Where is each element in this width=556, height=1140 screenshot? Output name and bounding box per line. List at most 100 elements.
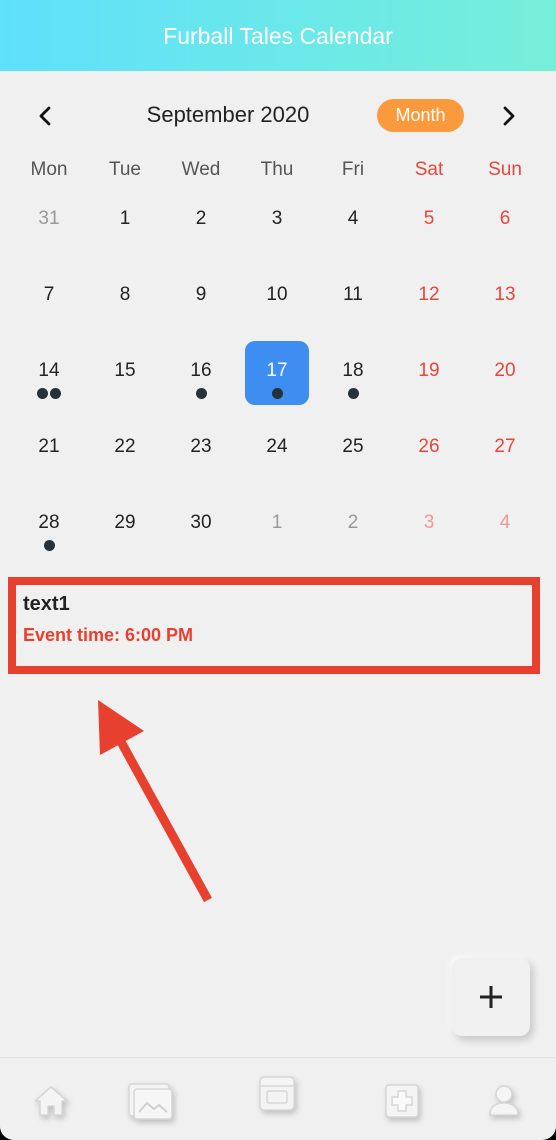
previous-month-button[interactable]: [29, 98, 61, 134]
calendar-day[interactable]: 21: [11, 412, 87, 488]
event-dot: [347, 388, 359, 399]
calendar-day[interactable]: 31: [11, 184, 87, 260]
day-number: 12: [418, 284, 440, 305]
calendar-day[interactable]: 19: [391, 336, 467, 412]
event-indicator: [315, 388, 391, 400]
day-number: 7: [43, 284, 55, 305]
calendar-day[interactable]: 24: [239, 412, 315, 488]
calendar-day[interactable]: 30: [163, 488, 239, 564]
tab-calendar[interactable]: [254, 1070, 300, 1116]
day-number: 19: [418, 360, 440, 381]
calendar-day[interactable]: 8: [87, 260, 163, 336]
calendar-day[interactable]: 11: [315, 260, 391, 336]
calendar-day[interactable]: 27: [467, 412, 543, 488]
calendar-day[interactable]: 13: [467, 260, 543, 336]
calendar-day[interactable]: 4: [467, 488, 543, 564]
event-indicator: [11, 540, 87, 552]
calendar-icon: [259, 1076, 295, 1111]
tab-home[interactable]: [28, 1078, 74, 1124]
calendar-grid: 31 1 2 3 4 5 6 7 8 9 10 11 12 13 14 15 16 17 18 19 20 21 22 23 2…: [11, 184, 543, 564]
tab-health[interactable]: [380, 1078, 424, 1122]
weekday-1: Tue: [108, 159, 142, 180]
calendar-day[interactable]: 26: [391, 412, 467, 488]
calendar-day[interactable]: 22: [87, 412, 163, 488]
calendar-day[interactable]: 18: [315, 336, 391, 412]
day-number: 11: [343, 284, 363, 305]
weekday-4: Fri: [341, 159, 365, 180]
weekday-0: Mon: [30, 159, 68, 180]
day-number: 15: [114, 360, 136, 381]
day-number: 3: [423, 512, 435, 533]
day-number: 14: [38, 360, 60, 381]
app-screen: Furball Tales Calendar September 2020 Mo…: [0, 0, 556, 1140]
calendar-day[interactable]: 20: [467, 336, 543, 412]
day-number: 6: [499, 208, 511, 229]
day-number: 20: [494, 360, 516, 381]
day-number: 31: [38, 208, 60, 229]
day-number: 25: [342, 436, 364, 457]
calendar-day[interactable]: 7: [11, 260, 87, 336]
calendar-day[interactable]: 2: [163, 184, 239, 260]
calendar-day[interactable]: 9: [163, 260, 239, 336]
calendar-day[interactable]: 1: [239, 488, 315, 564]
day-number: 13: [494, 284, 516, 305]
event-time: Event time: 6:00 PM: [23, 625, 194, 645]
day-number: 3: [271, 208, 283, 229]
weekday-2: Wed: [181, 159, 221, 180]
calendar-day[interactable]: 3: [391, 488, 467, 564]
home-icon: [34, 1086, 68, 1116]
day-number: 2: [347, 512, 359, 533]
calendar-day[interactable]: 25: [315, 412, 391, 488]
day-number: 4: [347, 208, 359, 229]
event-item[interactable]: text1 Event time: 6:00 PM: [8, 577, 540, 674]
calendar-day[interactable]: 6: [467, 184, 543, 260]
day-number: 24: [266, 436, 288, 457]
weekday-5: Sat: [414, 159, 444, 180]
calendar-day[interactable]: 1: [87, 184, 163, 260]
day-number: 9: [195, 284, 207, 305]
day-number: 29: [114, 512, 136, 533]
calendar-day[interactable]: 3: [239, 184, 315, 260]
calendar-day[interactable]: 29: [87, 488, 163, 564]
day-number: 18: [342, 360, 364, 381]
event-dot: [43, 540, 55, 551]
view-mode-button[interactable]: Month: [377, 99, 464, 132]
calendar-day[interactable]: 4: [315, 184, 391, 260]
gallery-icon: [128, 1083, 173, 1120]
next-month-button[interactable]: [493, 98, 525, 134]
tab-profile[interactable]: [482, 1078, 526, 1122]
calendar-day[interactable]: 14: [11, 336, 87, 412]
day-number: 5: [423, 208, 435, 229]
month-title: September 2020: [146, 102, 310, 127]
day-number: 2: [195, 208, 207, 229]
calendar-day-selected[interactable]: 17: [239, 336, 315, 412]
event-indicator: [11, 388, 87, 400]
calendar-day[interactable]: 5: [391, 184, 467, 260]
day-number: 17: [266, 360, 288, 381]
chevron-left-icon: [39, 106, 51, 126]
day-number: 1: [119, 208, 131, 229]
calendar-day[interactable]: 16: [163, 336, 239, 412]
weekday-header: Mon Tue Wed Thu Fri Sat Sun: [11, 159, 543, 187]
calendar-day[interactable]: 28: [11, 488, 87, 564]
calendar-day[interactable]: 15: [87, 336, 163, 412]
calendar-day[interactable]: 23: [163, 412, 239, 488]
add-event-button[interactable]: [452, 958, 530, 1036]
weekday-3: Thu: [260, 159, 294, 180]
event-dot: [50, 388, 61, 399]
event-title: text1: [23, 593, 70, 615]
day-number: 21: [38, 436, 60, 457]
calendar-day[interactable]: 10: [239, 260, 315, 336]
weekday-6: Sun: [488, 159, 522, 180]
tab-gallery[interactable]: [124, 1076, 178, 1124]
profile-icon: [489, 1085, 519, 1116]
app-header: Furball Tales Calendar: [0, 0, 556, 71]
day-number: 23: [190, 436, 212, 457]
calendar-day[interactable]: 12: [391, 260, 467, 336]
calendar-day[interactable]: 2: [315, 488, 391, 564]
month-navigation: September 2020 Month: [0, 90, 556, 142]
annotation-arrow: [98, 700, 212, 903]
event-dot: [37, 388, 48, 399]
day-number: 8: [119, 284, 131, 305]
day-number: 4: [499, 512, 511, 533]
